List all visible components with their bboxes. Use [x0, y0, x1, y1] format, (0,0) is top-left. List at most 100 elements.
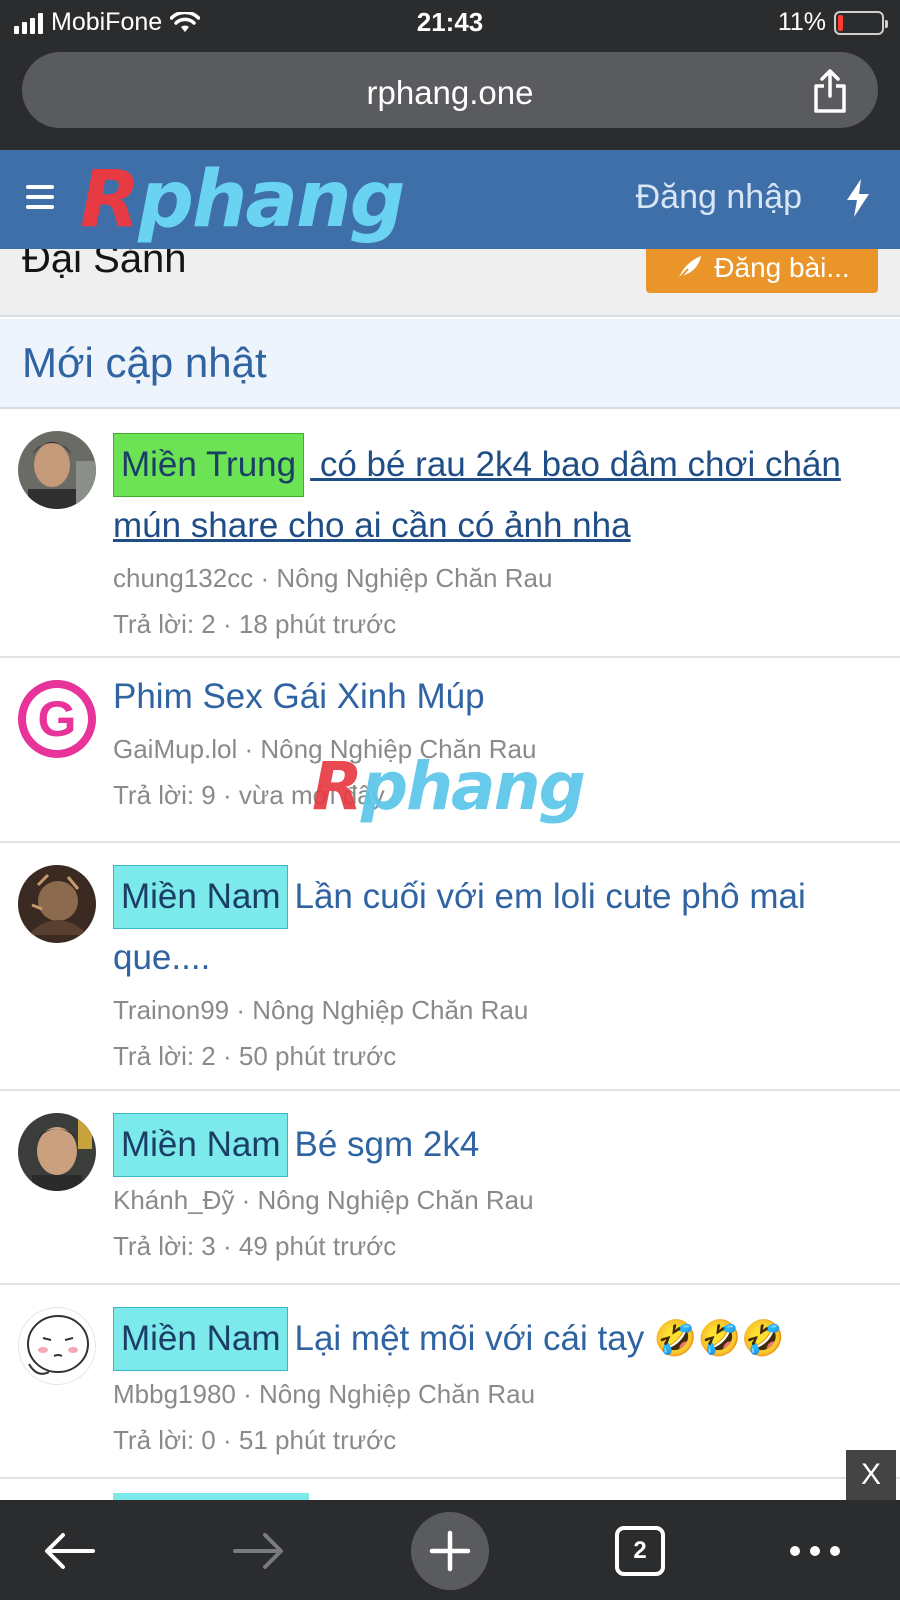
thread-author[interactable]: chung132cc — [113, 563, 253, 593]
status-time: 21:43 — [416, 7, 484, 37]
thread-time[interactable]: 51 phút trước — [239, 1425, 396, 1455]
battery-icon — [834, 10, 888, 35]
thread-meta: Khánh_Đỹ · Nông Nghiệp Chăn Rau — [113, 1177, 878, 1223]
new-post-label: Đăng bài... — [714, 252, 850, 283]
thread-time[interactable]: 49 phút trước — [239, 1231, 396, 1261]
thread-stats: Trả lời: 3 · 49 phút trước — [113, 1223, 878, 1269]
next-thread-prefix-peek — [113, 1493, 309, 1500]
thread-title[interactable]: Miền Nam Lại mệt mõi với cái tay 🤣🤣🤣 — [113, 1307, 878, 1371]
separator: · — [215, 1231, 239, 1261]
more-button[interactable] — [776, 1512, 854, 1590]
site-header: Rphang Đăng nhập — [0, 150, 900, 249]
thread-forum[interactable]: Nông Nghiệp Chăn Rau — [259, 1379, 535, 1409]
forward-button[interactable] — [220, 1512, 298, 1590]
tab-count: 2 — [633, 1537, 647, 1564]
tabs-button[interactable]: 2 — [601, 1512, 679, 1590]
separator: · — [215, 780, 239, 810]
status-right: 11% — [777, 8, 888, 37]
new-tab-plus-icon — [429, 1530, 471, 1572]
watermark-part-1: R — [312, 748, 363, 825]
thread-prefix[interactable]: Miền Nam — [113, 865, 289, 929]
avatar[interactable] — [18, 431, 96, 509]
separator: · — [229, 995, 253, 1025]
thread-title-text[interactable]: Phim Sex Gái Xinh Múp — [113, 677, 485, 716]
close-ad-button[interactable]: X — [846, 1450, 896, 1500]
url-text[interactable]: rphang.one — [22, 74, 878, 112]
watermark-logo: Rphang — [312, 748, 586, 825]
watermark-part-2: phang — [360, 748, 586, 825]
thread-meta: chung132cc · Nông Nghiệp Chăn Rau — [113, 555, 878, 601]
browser-url-area: rphang.one — [0, 44, 900, 150]
thread-replies: Trả lời: 3 — [113, 1231, 216, 1261]
battery-percent: 11% — [777, 8, 826, 36]
section-header: Mới cập nhật — [0, 319, 900, 409]
thread-replies: Trả lời: 0 — [113, 1425, 216, 1455]
next-thread-peek — [0, 1479, 900, 1500]
avatar[interactable] — [18, 1113, 96, 1191]
separator: · — [215, 1041, 239, 1071]
forward-arrow-icon — [233, 1533, 283, 1569]
thread-title[interactable]: Miền Nam Bé sgm 2k4 — [113, 1113, 878, 1177]
thread-stats: Trả lời: 0 · 51 phút trước — [113, 1417, 878, 1463]
separator: · — [237, 734, 261, 764]
page-title-bar: Đại Sảnh Đăng bài... — [0, 249, 900, 317]
hamburger-icon[interactable] — [26, 185, 54, 209]
avatar-letter-g: G — [26, 688, 88, 750]
thread-prefix[interactable]: Miền Nam — [113, 1113, 289, 1177]
separator: · — [234, 1185, 258, 1215]
thread-replies: Trả lời: 9 — [113, 780, 216, 810]
section-title: Mới cập nhật — [22, 339, 267, 386]
thread-replies: Trả lời: 2 — [113, 1041, 216, 1071]
thread-item[interactable]: Miền Trung có bé rau 2k4 bao dâm chơi ch… — [0, 411, 900, 658]
thread-item[interactable]: Miền Nam Lần cuối với em loli cute phô ma… — [0, 843, 900, 1091]
thread-item[interactable]: Miền Nam Lại mệt mõi với cái tay 🤣🤣🤣 Mbbg… — [0, 1285, 900, 1479]
status-bar: MobiFone 21:43 11% — [0, 0, 900, 44]
thread-stats: Trả lời: 2 · 50 phút trước — [113, 1033, 878, 1079]
site-logo[interactable]: Rphang — [80, 152, 405, 248]
thread-forum[interactable]: Nông Nghiệp Chăn Rau — [276, 563, 552, 593]
thread-title[interactable]: Miền Nam Lần cuối với em loli cute phô ma… — [113, 865, 878, 987]
thread-title[interactable]: Miền Trung có bé rau 2k4 bao dâm chơi ch… — [113, 433, 878, 555]
thread-time[interactable]: 50 phút trước — [239, 1041, 396, 1071]
thread-title-text[interactable]: Bé sgm 2k4 — [294, 1125, 479, 1164]
avatar[interactable] — [18, 865, 96, 943]
new-tab-button[interactable] — [411, 1512, 489, 1590]
share-icon[interactable] — [810, 68, 850, 114]
thread-forum[interactable]: Nông Nghiệp Chăn Rau — [252, 995, 528, 1025]
thread-body: Miền Trung có bé rau 2k4 bao dâm chơi ch… — [113, 433, 878, 647]
thread-prefix[interactable]: Miền Trung — [113, 433, 305, 497]
thread-body: Miền Nam Lại mệt mõi với cái tay 🤣🤣🤣 Mbbg… — [113, 1307, 878, 1463]
thread-body: Miền Nam Bé sgm 2k4 Khánh_Đỹ · Nông Nghiệ… — [113, 1113, 878, 1269]
thread-title-text[interactable]: Lại mệt mõi với cái tay 🤣🤣🤣 — [294, 1319, 784, 1358]
avatar[interactable]: G — [18, 680, 96, 758]
separator: · — [235, 1379, 259, 1409]
thread-meta: Trainon99 · Nông Nghiệp Chăn Rau — [113, 987, 878, 1033]
thread-author[interactable]: Mbbg1980 — [113, 1379, 236, 1409]
thread-author[interactable]: Trainon99 — [113, 995, 229, 1025]
thread-title[interactable]: Phim Sex Gái Xinh Múp — [113, 668, 878, 726]
back-button[interactable] — [30, 1512, 108, 1590]
bolt-icon[interactable] — [844, 178, 872, 218]
thread-prefix[interactable]: Miền Nam — [113, 1307, 289, 1371]
thread-replies: Trả lời: 2 — [113, 609, 216, 639]
battery-level — [838, 14, 843, 31]
new-post-button[interactable]: Đăng bài... — [646, 249, 878, 293]
logo-part-1: R — [80, 155, 140, 245]
separator: · — [215, 609, 239, 639]
logo-part-2: phang — [138, 155, 405, 245]
thread-author[interactable]: GaiMup.lol — [113, 734, 237, 764]
address-bar[interactable]: rphang.one — [22, 52, 878, 128]
more-dots-icon — [790, 1546, 840, 1556]
browser-toolbar: 2 — [0, 1500, 900, 1600]
thread-forum[interactable]: Nông Nghiệp Chăn Rau — [258, 1185, 534, 1215]
thread-item[interactable]: Miền Nam Bé sgm 2k4 Khánh_Đỹ · Nông Nghiệ… — [0, 1091, 900, 1285]
login-link[interactable]: Đăng nhập — [636, 178, 802, 217]
thread-time[interactable]: 18 phút trước — [239, 609, 396, 639]
separator: · — [253, 563, 277, 593]
thread-author[interactable]: Khánh_Đỹ — [113, 1185, 234, 1215]
page-title: Đại Sảnh — [22, 249, 187, 281]
feather-icon — [676, 256, 702, 282]
avatar[interactable] — [18, 1307, 96, 1385]
tabs-icon: 2 — [615, 1526, 665, 1576]
thread-stats: Trả lời: 2 · 18 phút trước — [113, 601, 878, 647]
